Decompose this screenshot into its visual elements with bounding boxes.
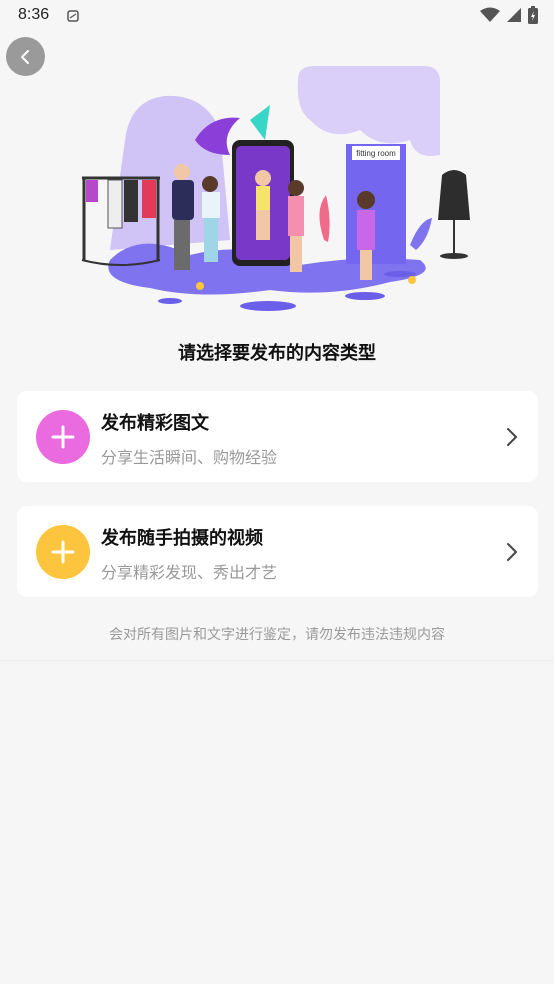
notification-icon xyxy=(66,8,80,27)
section-divider xyxy=(0,660,554,661)
content-type-prompt: 请选择要发布的内容类型 xyxy=(178,343,376,364)
fitting-room-illustration: fitting room xyxy=(81,66,470,311)
option-title: 发布精彩图文 xyxy=(101,413,209,434)
option-title: 发布随手拍摄的视频 xyxy=(101,528,263,549)
option-subtitle: 分享精彩发现、秀出才艺 xyxy=(101,563,278,582)
publish-image-text-card[interactable]: 发布精彩图文 分享生活瞬间、购物经验 xyxy=(17,391,538,482)
plus-icon xyxy=(36,410,90,464)
battery-icon xyxy=(528,6,538,28)
wifi-icon xyxy=(480,7,500,27)
plus-icon xyxy=(36,525,90,579)
back-button[interactable] xyxy=(6,37,45,76)
back-arrow-icon xyxy=(20,49,29,64)
fitting-room-sign: fitting room xyxy=(356,149,396,158)
chevron-right-icon xyxy=(507,543,517,561)
chevron-right-icon xyxy=(507,428,517,446)
status-bar: 8:36 xyxy=(0,0,554,30)
signal-icon xyxy=(506,7,522,27)
publish-video-card[interactable]: 发布随手拍摄的视频 分享精彩发现、秀出才艺 xyxy=(17,506,538,597)
option-subtitle: 分享生活瞬间、购物经验 xyxy=(101,448,278,467)
content-policy-notice: 会对所有图片和文字进行鉴定，请勿发布违法违规内容 xyxy=(109,627,445,643)
status-time: 8:36 xyxy=(18,6,50,23)
